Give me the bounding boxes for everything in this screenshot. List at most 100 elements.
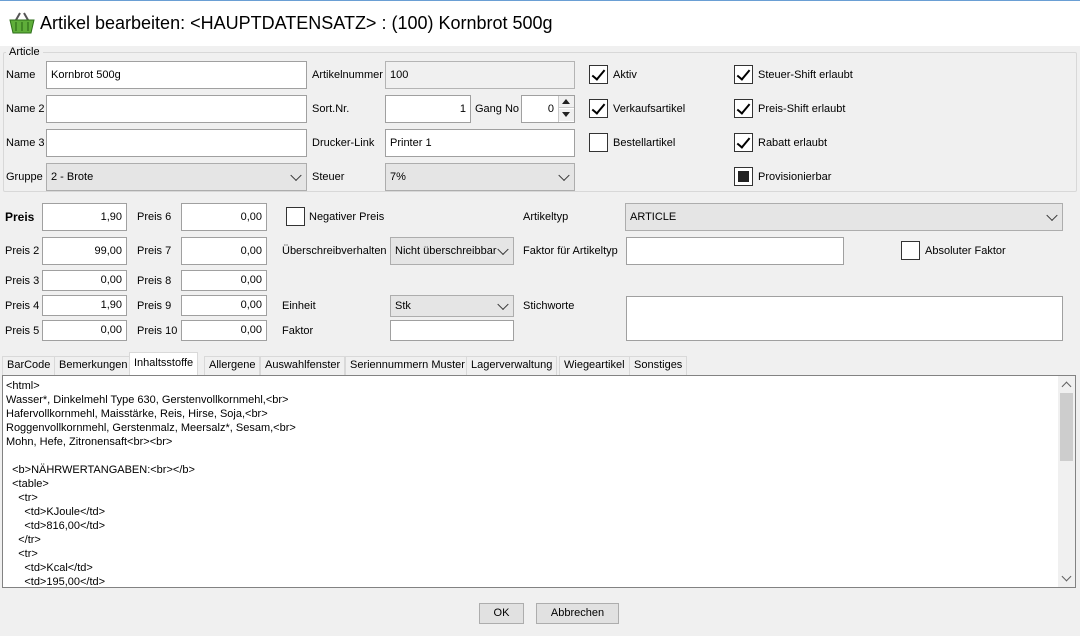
article-legend: Article (6, 46, 43, 58)
steuer-value: 7% (390, 171, 406, 183)
scroll-thumb[interactable] (1060, 393, 1073, 461)
name3-label: Name 3 (6, 137, 45, 149)
preis10-field[interactable]: 0,00 (181, 320, 267, 341)
drucker-field[interactable]: Printer 1 (385, 129, 575, 157)
artikeltyp-value: ARTICLE (630, 211, 677, 223)
einheit-select[interactable]: Stk (390, 295, 514, 317)
preis-field[interactable]: 1,90 (42, 203, 127, 231)
title-bar: Artikel bearbeiten: <HAUPTDATENSATZ> : (… (0, 0, 1080, 46)
chevron-down-icon (497, 243, 509, 256)
steuer-select[interactable]: 7% (385, 163, 575, 191)
verkauf-checkbox[interactable] (589, 99, 608, 118)
preis7-label: Preis 7 (137, 245, 172, 257)
preis5-label: Preis 5 (5, 325, 40, 337)
preisshift-checkbox[interactable] (734, 99, 753, 118)
absolut-checkbox[interactable] (901, 241, 920, 260)
negativ-label: Negativer Preis (309, 211, 385, 223)
gruppe-label: Gruppe (6, 171, 43, 183)
preis6-label: Preis 6 (137, 211, 172, 223)
drucker-label: Drucker-Link (312, 137, 375, 149)
provision-checkbox[interactable] (734, 167, 753, 186)
gangno-spinner[interactable] (558, 96, 574, 122)
gangno-label: Gang No (475, 103, 520, 115)
artikeltyp-label: Artikeltyp (523, 211, 569, 223)
spinner-down-icon[interactable] (559, 109, 574, 121)
scroll-down-icon[interactable] (1061, 571, 1072, 582)
artikelnummer-field: 100 (385, 61, 575, 89)
ingredients-editor[interactable]: <html> Wasser*, Dinkelmehl Type 630, Ger… (2, 375, 1076, 588)
name-field[interactable]: Kornbrot 500g (46, 61, 307, 89)
preis9-field[interactable]: 0,00 (181, 295, 267, 316)
editor-content[interactable]: <html> Wasser*, Dinkelmehl Type 630, Ger… (6, 379, 1056, 589)
preis-label: Preis (5, 210, 35, 224)
chevron-down-icon (1046, 209, 1058, 222)
artikeltyp-select[interactable]: ARTICLE (625, 203, 1063, 231)
name2-field[interactable] (46, 95, 307, 123)
preis4-field[interactable]: 1,90 (42, 295, 127, 316)
preis3-field[interactable]: 0,00 (42, 270, 127, 291)
faktortyp-label: Faktor für Artikeltyp (523, 245, 618, 257)
preisshift-label: Preis-Shift erlaubt (758, 103, 846, 115)
tab-lagerverwaltung[interactable]: Lagerverwaltung (466, 356, 558, 375)
preis8-label: Preis 8 (137, 275, 172, 287)
stichworte-field[interactable] (626, 296, 1063, 341)
preis4-label: Preis 4 (5, 300, 40, 312)
tab-wiegeartikel[interactable]: Wiegeartikel (559, 356, 630, 375)
tab-barcode[interactable]: BarCode (2, 356, 56, 375)
tab-auswahlfenster[interactable]: Auswahlfenster (260, 356, 346, 375)
preis7-field[interactable]: 0,00 (181, 237, 267, 265)
faktor-label: Faktor (282, 325, 314, 337)
tab-seriennummern-muster[interactable]: Seriennummern Muster (345, 356, 470, 375)
einheit-value: Stk (395, 300, 411, 312)
bestell-checkbox[interactable] (589, 133, 608, 152)
scroll-up-icon[interactable] (1061, 381, 1072, 392)
rabatt-checkbox[interactable] (734, 133, 753, 152)
einheit-label: Einheit (282, 300, 316, 312)
verkauf-label: Verkaufsartikel (613, 103, 686, 115)
cancel-button[interactable]: Abbrechen (536, 603, 619, 624)
preis2-label: Preis 2 (5, 245, 40, 257)
preis6-field[interactable]: 0,00 (181, 203, 267, 231)
rabatt-label: Rabatt erlaubt (758, 137, 828, 149)
name2-label: Name 2 (6, 103, 45, 115)
sortnr-label: Sort.Nr. (312, 103, 350, 115)
gangno-field[interactable]: 0 (521, 95, 575, 123)
gangno-value: 0 (547, 103, 554, 115)
steuershift-checkbox[interactable] (734, 65, 753, 84)
tab-inhaltsstoffe[interactable]: Inhaltsstoffe (129, 352, 199, 375)
tab-allergene[interactable]: Allergene (204, 356, 261, 375)
negativ-checkbox[interactable] (286, 207, 305, 226)
basket-icon (9, 12, 35, 34)
ok-button[interactable]: OK (479, 603, 524, 624)
tab-sonstiges[interactable]: Sonstiges (629, 356, 688, 375)
editor-scrollbar[interactable] (1058, 376, 1075, 587)
chevron-down-icon (497, 298, 509, 311)
tab-bemerkungen[interactable]: Bemerkungen (54, 356, 133, 375)
spinner-up-icon[interactable] (559, 96, 574, 108)
preis2-field[interactable]: 99,00 (42, 237, 127, 265)
chevron-down-icon (290, 169, 302, 182)
bestell-label: Bestellartikel (613, 137, 676, 149)
faktor-field[interactable] (390, 320, 514, 341)
aktiv-checkbox[interactable] (589, 65, 608, 84)
provision-label: Provisionierbar (758, 171, 832, 183)
sortnr-field[interactable]: 1 (385, 95, 471, 123)
aktiv-label: Aktiv (613, 69, 637, 81)
faktortyp-field[interactable] (626, 237, 844, 265)
window-title: Artikel bearbeiten: <HAUPTDATENSATZ> : (… (40, 13, 553, 33)
ueberschreib-label: Überschreibverhalten (282, 245, 387, 257)
name-label: Name (6, 69, 36, 81)
preis10-label: Preis 10 (137, 325, 178, 337)
ueberschreib-value: Nicht überschreibbar (395, 245, 497, 257)
chevron-down-icon (558, 169, 570, 182)
preis8-field[interactable]: 0,00 (181, 270, 267, 291)
absolut-label: Absoluter Faktor (925, 245, 1006, 257)
preis9-label: Preis 9 (137, 300, 172, 312)
gruppe-value: 2 - Brote (51, 171, 94, 183)
ueberschreib-select[interactable]: Nicht überschreibbar (390, 237, 514, 265)
gruppe-select[interactable]: 2 - Brote (46, 163, 307, 191)
name3-field[interactable] (46, 129, 307, 157)
preis5-field[interactable]: 0,00 (42, 320, 127, 341)
stichworte-label: Stichworte (523, 300, 575, 312)
steuer-label: Steuer (312, 171, 345, 183)
